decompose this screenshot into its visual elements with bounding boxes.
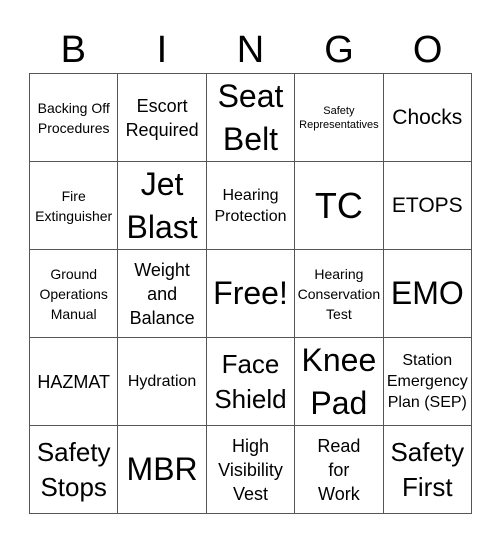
bingo-cell-g-4[interactable]: Knee Pad <box>295 338 384 426</box>
bingo-cell-label: Ground Operations Manual <box>39 265 108 322</box>
bingo-cell-b-3[interactable]: Ground Operations Manual <box>30 250 119 338</box>
bingo-cell-n-4[interactable]: Face Shield <box>206 338 296 426</box>
bingo-cell-label: HAZMAT <box>37 371 111 392</box>
bingo-cell-label: Read for Work <box>317 435 361 504</box>
bingo-cell-o-5[interactable]: Safety First <box>383 426 472 514</box>
bingo-cell-label: Safety Representatives <box>299 104 379 131</box>
bingo-cell-b-1[interactable]: Backing Off Procedures <box>30 74 119 162</box>
bingo-cell-g-1[interactable]: Safety Representatives <box>295 74 384 162</box>
header-letter-g: G <box>324 29 354 71</box>
bingo-cell-b-2[interactable]: Fire Extinguisher <box>30 162 119 250</box>
bingo-cell-i-4[interactable]: Hydration <box>118 338 207 426</box>
bingo-cell-label: Hearing Protection <box>214 186 287 225</box>
bingo-cell-i-1[interactable]: Escort Required <box>118 74 207 162</box>
bingo-cell-label: Face Shield <box>214 348 287 414</box>
bingo-cell-n-2[interactable]: Hearing Protection <box>206 162 296 250</box>
bingo-cell-g-3[interactable]: Hearing Conservation Test <box>295 250 384 338</box>
bingo-header: B I N G O <box>29 28 472 73</box>
bingo-cell-label: Hydration <box>127 373 197 390</box>
bingo-cell-label: Fire Extinguisher <box>35 187 113 224</box>
header-letter-i: I <box>156 29 168 71</box>
bingo-cell-o-3[interactable]: EMO <box>383 250 472 338</box>
bingo-cell-label: Safety Stops <box>36 436 111 502</box>
bingo-cell-label: Backing Off Procedures <box>37 99 110 136</box>
bingo-cell-label: Safety First <box>390 436 465 502</box>
bingo-cell-n-1[interactable]: Seat Belt <box>206 74 296 162</box>
bingo-cell-o-4[interactable]: Station Emergency Plan (SEP) <box>383 338 472 426</box>
bingo-cell-o-2[interactable]: ETOPS <box>383 162 472 250</box>
bingo-cell-label: TC <box>314 184 363 226</box>
bingo-cell-label: Free! <box>213 275 288 311</box>
bingo-cell-g-5[interactable]: Read for Work <box>295 426 384 514</box>
header-letter-n: N <box>236 29 265 71</box>
bingo-cell-label: Escort Required <box>125 95 199 140</box>
bingo-cell-g-2[interactable]: TC <box>295 162 384 250</box>
bingo-cell-i-3[interactable]: Weight and Balance <box>118 250 207 338</box>
bingo-cell-label: ETOPS <box>391 193 463 217</box>
bingo-cell-label: Weight and Balance <box>129 259 195 328</box>
bingo-cell-i-5[interactable]: MBR <box>118 426 207 514</box>
bingo-cell-label: Jet Blast <box>126 165 198 245</box>
header-letter-o: O <box>412 29 443 71</box>
bingo-cell-label: EMO <box>390 275 464 311</box>
bingo-cell-b-5[interactable]: Safety Stops <box>30 426 119 514</box>
bingo-cell-o-1[interactable]: Chocks <box>383 74 472 162</box>
bingo-cell-label: MBR <box>126 451 198 487</box>
bingo-cell-label: High Visibility Vest <box>218 435 283 504</box>
bingo-cell-label: Seat Belt <box>217 77 284 157</box>
bingo-cell-i-2[interactable]: Jet Blast <box>118 162 207 250</box>
bingo-cell-label: Station Emergency Plan (SEP) <box>386 352 468 411</box>
bingo-cell-label: Chocks <box>392 105 463 129</box>
bingo-cell-label: Knee Pad <box>301 341 377 421</box>
header-letter-b: B <box>60 29 86 71</box>
bingo-cell-label: Hearing Conservation Test <box>297 265 381 322</box>
bingo-cell-b-4[interactable]: HAZMAT <box>30 338 119 426</box>
bingo-cell-n-3[interactable]: Free! <box>206 250 296 338</box>
bingo-grid: Backing Off Procedures Escort Required Sea… <box>29 73 472 514</box>
bingo-cell-n-5[interactable]: High Visibility Vest <box>206 426 296 514</box>
